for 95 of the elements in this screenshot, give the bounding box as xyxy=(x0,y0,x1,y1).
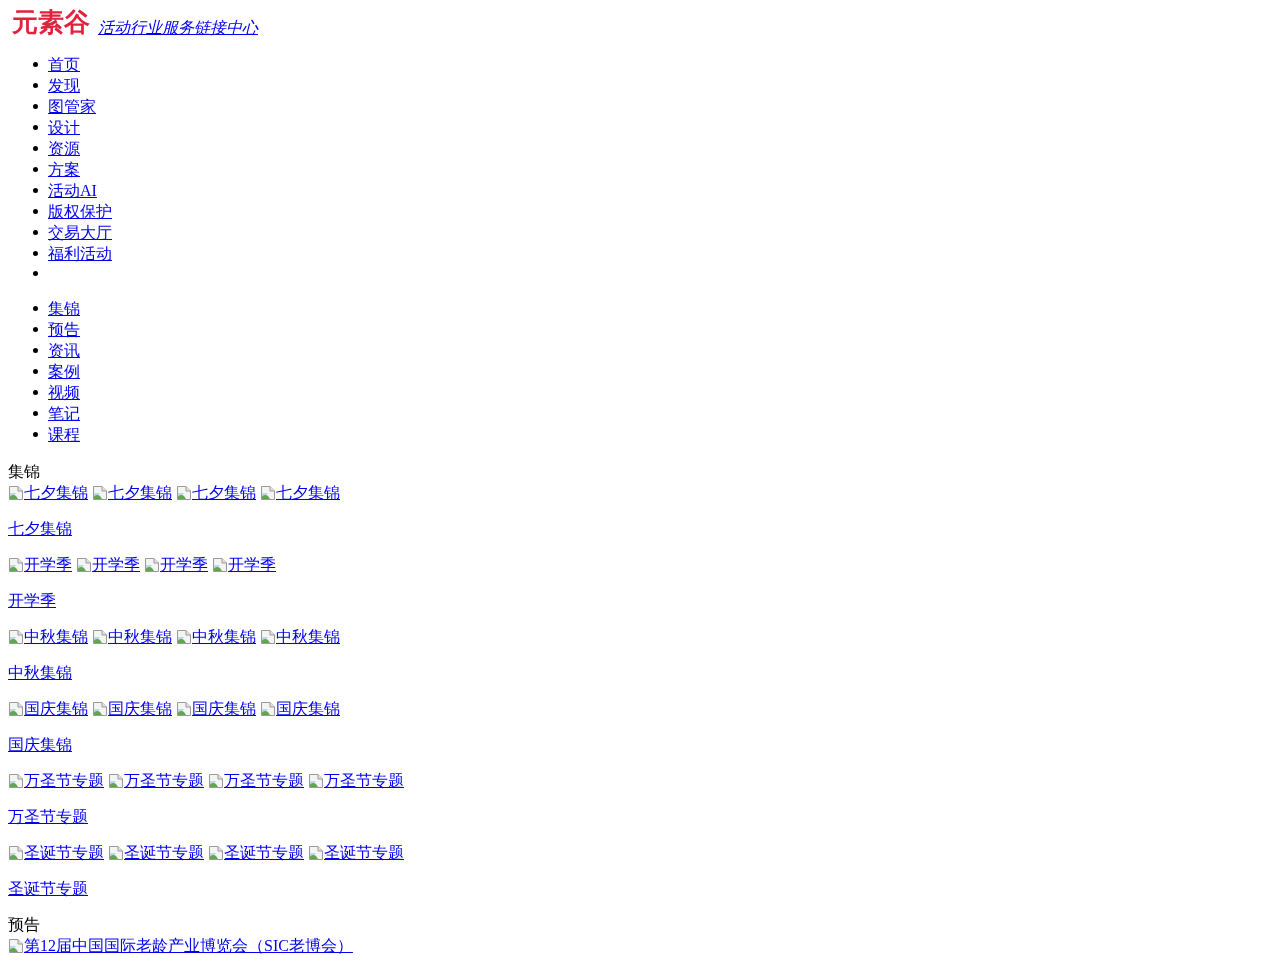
nav-link[interactable]: 版权保护 xyxy=(48,201,112,222)
broken-image-icon xyxy=(8,556,24,573)
collection-link[interactable]: 中秋集锦 xyxy=(8,664,72,681)
image-link[interactable]: 七夕集锦 xyxy=(8,482,88,503)
broken-image-icon xyxy=(76,556,92,573)
broken-image-icon xyxy=(260,628,276,645)
nav-link[interactable]: 预告 xyxy=(48,319,80,340)
broken-image-icon xyxy=(92,700,108,717)
broken-image-icon xyxy=(176,628,192,645)
bullet-icon xyxy=(33,125,38,130)
bullet-icon xyxy=(33,369,38,374)
bullet-icon xyxy=(33,348,38,353)
bullet-icon xyxy=(33,327,38,332)
image-link[interactable]: 万圣节专题 xyxy=(8,770,104,791)
bullet-icon xyxy=(33,306,38,311)
nav-link[interactable]: 活动AI xyxy=(48,180,97,201)
bullet-icon xyxy=(33,209,38,214)
collection-link[interactable]: 七夕集锦 xyxy=(8,520,72,537)
bullet-icon xyxy=(33,104,38,109)
broken-image-icon xyxy=(8,844,24,861)
broken-image-icon xyxy=(308,772,324,789)
tagline-link[interactable]: 活动行业服务链接中心 xyxy=(98,17,258,38)
image-link[interactable]: 中秋集锦 xyxy=(176,626,256,647)
image-link[interactable]: 七夕集锦 xyxy=(92,482,172,503)
broken-image-icon xyxy=(92,484,108,501)
nav-link[interactable]: 视频 xyxy=(48,382,80,403)
image-link[interactable]: 万圣节专题 xyxy=(108,770,204,791)
image-link[interactable]: 圣诞节专题 xyxy=(208,842,304,863)
image-link[interactable]: 国庆集锦 xyxy=(260,698,340,719)
image-link[interactable]: 万圣节专题 xyxy=(308,770,404,791)
broken-image-icon xyxy=(8,772,24,789)
logo[interactable]: 元素谷 xyxy=(12,8,90,36)
nav-link[interactable]: 设计 xyxy=(48,117,80,138)
image-link[interactable]: 七夕集锦 xyxy=(260,482,340,503)
bullet-icon xyxy=(33,62,38,67)
bullet-icon xyxy=(33,83,38,88)
broken-image-icon xyxy=(8,937,24,954)
broken-image-icon xyxy=(108,772,124,789)
broken-image-icon xyxy=(8,628,24,645)
broken-image-icon xyxy=(260,484,276,501)
image-link[interactable]: 开学季 xyxy=(144,554,208,575)
section-heading: 集锦 xyxy=(8,462,41,482)
broken-image-icon xyxy=(208,844,224,861)
image-link[interactable]: 开学季 xyxy=(76,554,140,575)
nav-link[interactable]: 福利活动 xyxy=(48,243,112,264)
section-heading: 预告 xyxy=(8,915,41,935)
nav-link[interactable]: 课程 xyxy=(48,424,80,445)
bullet-icon xyxy=(33,270,38,276)
collection-link[interactable]: 圣诞节专题 xyxy=(8,880,88,897)
broken-image-icon xyxy=(8,484,24,501)
image-link[interactable]: 国庆集锦 xyxy=(92,698,172,719)
collection-link[interactable]: 万圣节专题 xyxy=(8,808,88,825)
broken-image-icon xyxy=(92,628,108,645)
bullet-icon xyxy=(33,188,38,193)
image-link[interactable]: 开学季 xyxy=(212,554,276,575)
broken-image-icon xyxy=(8,700,24,717)
nav-link[interactable]: 发现 xyxy=(48,75,80,96)
nav-link[interactable]: 资源 xyxy=(48,138,80,159)
broken-image-icon xyxy=(108,844,124,861)
nav-link[interactable]: 方案 xyxy=(48,159,80,180)
nav-link[interactable]: 案例 xyxy=(48,361,80,382)
broken-image-icon xyxy=(308,844,324,861)
nav-link[interactable]: 图管家 xyxy=(48,96,96,117)
broken-image-icon xyxy=(176,700,192,717)
image-link[interactable]: 中秋集锦 xyxy=(8,626,88,647)
image-link[interactable]: 第12届中国国际老龄产业博览会（SIC老博会） xyxy=(8,935,353,956)
nav-link[interactable]: 集锦 xyxy=(48,298,80,319)
bullet-icon xyxy=(33,432,38,437)
image-link[interactable]: 圣诞节专题 xyxy=(8,842,104,863)
broken-image-icon xyxy=(176,484,192,501)
nav-link[interactable]: 交易大厅 xyxy=(48,222,112,243)
nav-link[interactable]: 首页 xyxy=(48,54,80,75)
image-link[interactable]: 万圣节专题 xyxy=(208,770,304,791)
image-link[interactable]: 国庆集锦 xyxy=(176,698,256,719)
nav-link[interactable]: 资讯 xyxy=(48,340,80,361)
bullet-icon xyxy=(33,230,38,235)
collection-link[interactable]: 开学季 xyxy=(8,592,56,609)
nav-link[interactable]: 笔记 xyxy=(48,403,80,424)
image-link[interactable]: 国庆集锦 xyxy=(8,698,88,719)
image-link[interactable]: 圣诞节专题 xyxy=(308,842,404,863)
image-link[interactable]: 圣诞节专题 xyxy=(108,842,204,863)
image-link[interactable]: 七夕集锦 xyxy=(176,482,256,503)
image-link[interactable]: 中秋集锦 xyxy=(92,626,172,647)
image-link[interactable]: 中秋集锦 xyxy=(260,626,340,647)
bullet-icon xyxy=(33,146,38,151)
image-link[interactable]: 开学季 xyxy=(8,554,72,575)
broken-image-icon xyxy=(212,556,228,573)
bullet-icon xyxy=(33,411,38,416)
broken-image-icon xyxy=(260,700,276,717)
bullet-icon xyxy=(33,251,38,256)
broken-image-icon xyxy=(144,556,160,573)
broken-image-icon xyxy=(208,772,224,789)
bullet-icon xyxy=(33,167,38,172)
bullet-icon xyxy=(33,390,38,395)
collection-link[interactable]: 国庆集锦 xyxy=(8,736,72,753)
